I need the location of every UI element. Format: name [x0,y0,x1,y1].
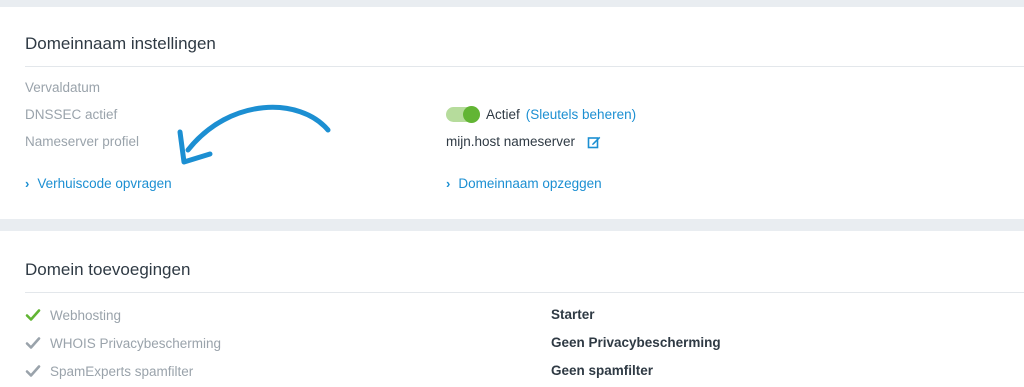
chevron-right-icon: › [25,176,30,191]
addon-row-spamfilter: SpamExperts spamfilter [25,363,193,379]
expiry-date-label: Vervaldatum [25,80,101,95]
nameserver-label: Nameserver profiel [25,134,140,149]
request-transfer-code-link[interactable]: › Verhuiscode opvragen [25,176,172,191]
check-icon [25,337,41,349]
dnssec-toggle[interactable] [446,106,480,123]
nameserver-value: mijn.host nameserver [446,134,601,149]
section-title: Domeinnaam instellingen [25,34,216,53]
domain-settings-card: Domeinnaam instellingen Vervaldatum DNSS… [0,7,1024,219]
dnssec-label: DNSSEC actief [25,107,118,122]
request-transfer-code-label: Verhuiscode opvragen [37,176,172,191]
dnssec-status: Actief [486,107,520,122]
domain-addons-card: Domein toevoegingen Webhosting Starter W… [0,231,1024,387]
addon-label: WHOIS Privacybescherming [50,335,222,351]
divider [25,66,1024,67]
addon-value: Starter [551,307,595,322]
check-icon [25,365,41,377]
addon-label: SpamExperts spamfilter [50,363,194,379]
chevron-right-icon: › [446,176,451,191]
manage-keys-link[interactable]: (Sleutels beheren) [526,107,636,122]
toggle-knob [463,106,480,123]
addon-row-webhosting: Webhosting [25,307,121,323]
addon-row-whois: WHOIS Privacybescherming [25,335,221,351]
cancel-domain-link[interactable]: › Domeinnaam opzeggen [446,176,602,191]
cancel-domain-label: Domeinnaam opzeggen [458,176,602,191]
check-icon [25,309,41,321]
addon-value: Geen Privacybescherming [551,335,721,350]
section-title: Domein toevoegingen [25,260,191,279]
divider [25,292,1024,293]
dnssec-value: Actief (Sleutels beheren) [446,106,636,123]
edit-icon[interactable] [587,135,601,149]
nameserver-profile: mijn.host nameserver [446,134,576,149]
addon-value: Geen spamfilter [551,363,654,378]
addon-label: Webhosting [50,307,122,323]
curved-arrow-icon [177,104,331,165]
